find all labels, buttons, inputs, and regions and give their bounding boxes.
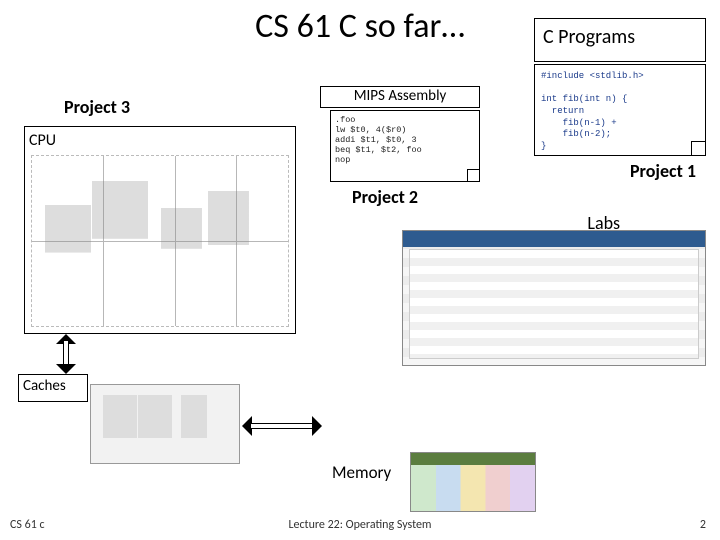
caches-diagram — [90, 384, 240, 464]
labs-screenshot — [402, 230, 706, 366]
mips-assembly-box: MIPS Assembly — [320, 86, 480, 108]
memory-label: Memory — [332, 462, 391, 483]
arrow-caches-memory — [242, 416, 322, 436]
arrow-cpu-caches — [56, 334, 76, 374]
cpu-diagram — [31, 155, 289, 327]
mips-code-note: .foo lw $t0, 4($r0) addi $t1, $t0, 3 beq… — [330, 110, 480, 182]
cpu-box: CPU — [24, 126, 296, 334]
project-1-label: Project 1 — [630, 160, 696, 182]
slide-number: 2 — [700, 518, 706, 532]
project-3-label: Project 3 — [64, 96, 130, 118]
project-2-label: Project 2 — [352, 186, 418, 208]
c-code-note: #include <stdlib.h> int fib(int n) { ret… — [534, 64, 706, 156]
cpu-label: CPU — [29, 131, 56, 150]
memory-diagram — [410, 452, 536, 512]
c-programs-box: C Programs — [534, 18, 706, 62]
footer-middle: Lecture 22: Operating System — [0, 518, 720, 532]
caches-box: Caches — [18, 374, 88, 402]
